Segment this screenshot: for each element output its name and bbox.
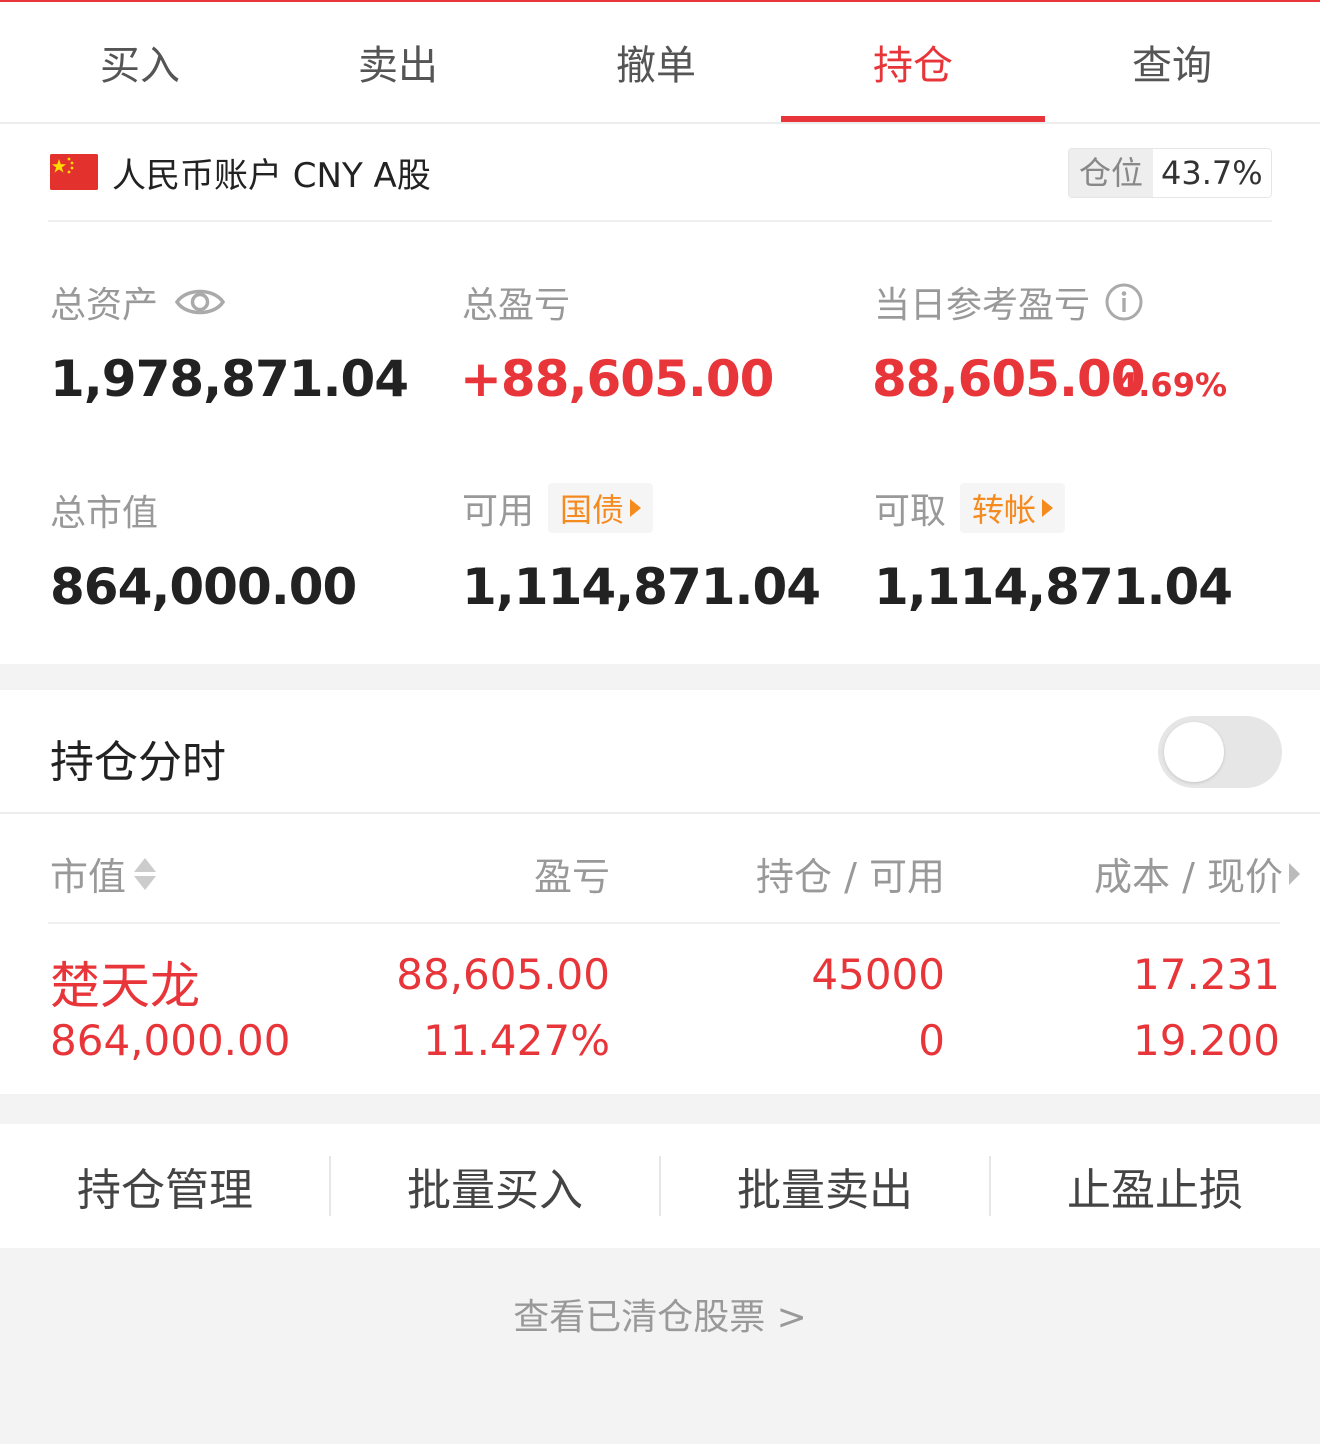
stock-available: 0 <box>918 1016 945 1065</box>
holdings-panel: 持仓分时 市值 盈亏 持仓 / 可用 成本 / 现价 楚天龙 864,000.0… <box>0 690 1320 1094</box>
position-ratio-badge: 仓位 43.7% <box>1068 148 1272 198</box>
column-header-pnl: 盈亏 <box>533 855 610 899</box>
daily-pnl-percent: 4.69% <box>1116 366 1228 404</box>
position-value: 43.7% <box>1153 149 1271 197</box>
sort-icon <box>134 857 157 890</box>
take-profit-stop-loss-button[interactable]: 止盈止损 <box>990 1124 1320 1248</box>
available-value: 1,114,871.04 <box>462 558 821 616</box>
total-assets-value: 1,978,871.04 <box>50 350 409 408</box>
treasury-bond-tag[interactable]: 国债 <box>548 483 654 533</box>
tab-holdings[interactable]: 持仓 <box>781 2 1045 122</box>
daily-pnl-value: 88,605.00 <box>872 350 1146 408</box>
market-value-label: 总市值 <box>50 493 159 534</box>
holdings-management-button[interactable]: 持仓管理 <box>0 1124 330 1248</box>
active-tab-indicator <box>781 116 1045 122</box>
withdrawable-value: 1,114,871.04 <box>874 558 1233 616</box>
divider <box>48 922 1280 924</box>
toggle-knob <box>1164 722 1224 782</box>
china-flag-icon <box>50 154 98 190</box>
batch-buy-button[interactable]: 批量买入 <box>330 1124 660 1248</box>
position-label: 仓位 <box>1069 149 1154 197</box>
column-header-cost-price[interactable]: 成本 / 现价 <box>1094 846 1300 901</box>
tab-query[interactable]: 查询 <box>1040 2 1304 122</box>
stock-name: 楚天龙 <box>50 957 200 1015</box>
stock-cost: 17.231 <box>1133 950 1280 999</box>
column-header-market-value[interactable]: 市值 <box>50 846 157 901</box>
eye-icon[interactable] <box>174 284 226 320</box>
holdings-intraday-toggle[interactable] <box>1158 716 1282 788</box>
tab-cancel-order[interactable]: 撤单 <box>524 2 788 122</box>
account-summary: 人民币账户 CNY A股 仓位 43.7% 总资产 1,978,871.04 总… <box>0 124 1320 664</box>
trade-tabs: 买入 卖出 撤单 持仓 查询 <box>0 2 1320 124</box>
stock-holding: 45000 <box>811 950 945 999</box>
tab-sell[interactable]: 卖出 <box>266 2 530 122</box>
action-bar: 持仓管理 批量买入 批量卖出 止盈止损 <box>0 1124 1320 1248</box>
stock-market-value: 864,000.00 <box>50 1016 291 1065</box>
stock-price: 19.200 <box>1133 1016 1280 1065</box>
stock-pnl: 88,605.00 <box>396 950 610 999</box>
available-label: 可用 国债 <box>462 482 654 534</box>
transfer-tag[interactable]: 转帐 <box>960 483 1066 533</box>
divider <box>0 812 1320 814</box>
batch-sell-button[interactable]: 批量卖出 <box>660 1124 990 1248</box>
market-value-value: 864,000.00 <box>50 558 357 616</box>
total-assets-label: 总资产 <box>50 276 226 328</box>
column-header-holding-available: 持仓 / 可用 <box>756 855 945 899</box>
tab-buy[interactable]: 买入 <box>8 2 272 122</box>
stock-pnl-percent: 11.427% <box>423 1016 610 1065</box>
daily-pnl-label: 当日参考盈亏 <box>874 276 1144 328</box>
chevron-right-icon <box>1289 862 1300 885</box>
divider <box>48 220 1272 222</box>
withdrawable-label: 可取 转帐 <box>874 482 1066 534</box>
holdings-intraday-title: 持仓分时 <box>50 737 226 788</box>
total-pnl-value: +88,605.00 <box>460 350 774 408</box>
play-right-icon <box>1042 499 1054 517</box>
account-title: 人民币账户 CNY A股 <box>112 156 431 196</box>
info-icon[interactable] <box>1104 282 1144 322</box>
total-pnl-label: 总盈亏 <box>462 285 571 326</box>
view-cleared-stocks-link[interactable]: 查看已清仓股票 > <box>0 1288 1320 1340</box>
play-right-icon <box>630 499 642 517</box>
